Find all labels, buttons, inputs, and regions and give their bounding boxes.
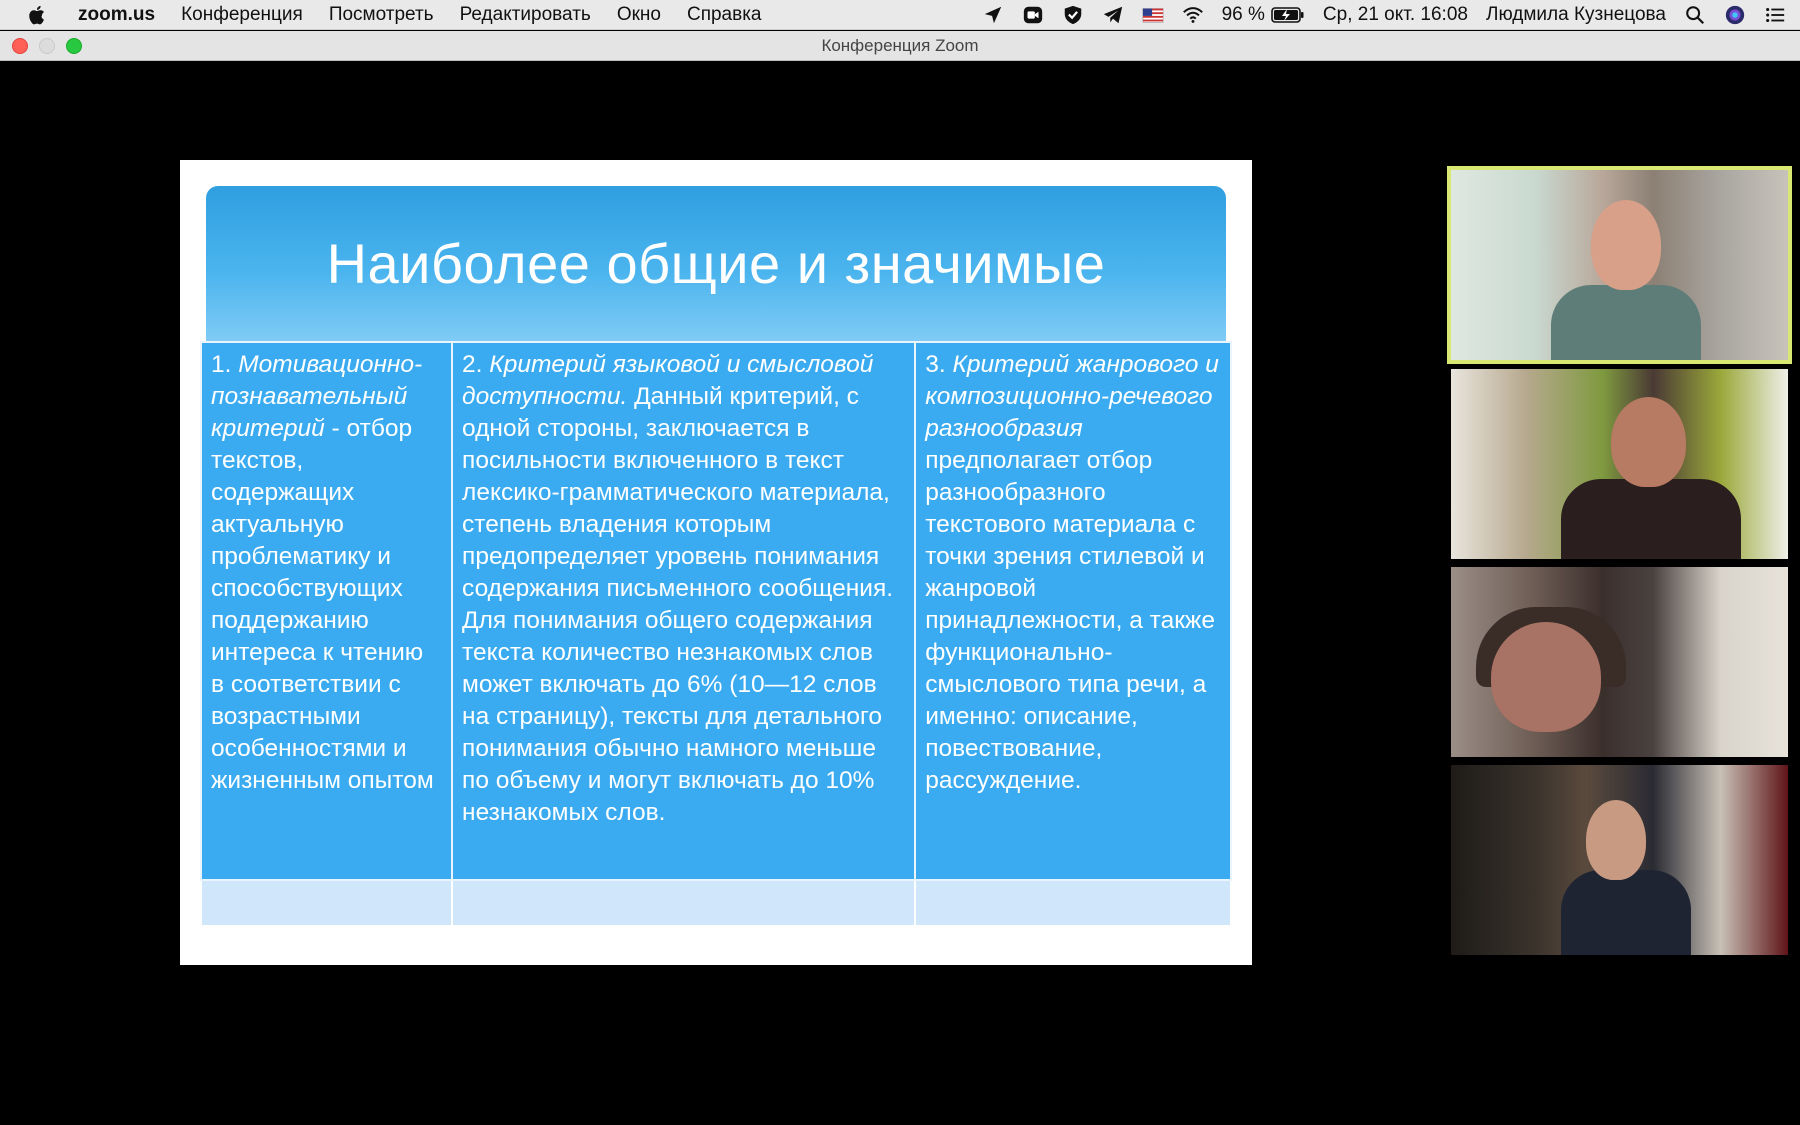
participant-2-body [1561,479,1741,559]
app-name-menu[interactable]: zoom.us [78,4,155,26]
slide-table-empty-row [200,881,1232,927]
participant-4-body [1561,870,1691,955]
participant-video-1[interactable] [1447,166,1792,364]
wifi-icon[interactable] [1182,4,1204,26]
participant-2-face [1611,397,1686,487]
criterion-1-text: - отбор текстов, содержащих актуальную п… [211,415,434,794]
participant-video-3[interactable] [1451,567,1788,757]
window-title: Конференция Zoom [821,35,979,55]
control-center-icon[interactable] [1764,4,1786,26]
apple-menu-icon[interactable] [26,4,56,26]
participant-1-face [1591,200,1661,290]
slide-title: Наиболее общие и значимые [326,232,1106,295]
menu-conference[interactable]: Конференция [181,4,303,26]
shared-screen-slide: Наиболее общие и значимые 1. Мотивационн… [180,160,1252,965]
battery-indicator[interactable]: 96 % [1222,4,1305,26]
menu-window[interactable]: Окно [617,4,661,26]
shield-check-icon[interactable] [1062,4,1084,26]
us-flag-icon[interactable] [1142,4,1164,26]
telegram-icon[interactable] [1102,4,1124,26]
criterion-1-number: 1. [211,351,239,378]
menu-bar: zoom.us Конференция Посмотреть Редактиро… [0,0,1800,30]
maximize-window-button[interactable] [66,38,82,54]
slide-criteria-table: 1. Мотивационно-познавательный критерий … [200,341,1232,881]
location-arrow-icon[interactable] [982,4,1004,26]
criterion-column-3: 3. Критерий жанрового и композиционно-ре… [916,343,1230,879]
battery-charging-icon [1271,4,1305,26]
criterion-3-number: 3. [925,351,953,378]
participant-1-body [1551,285,1701,360]
participant-video-4[interactable] [1451,765,1788,955]
criterion-column-2: 2. Критерий языковой и смысловой доступн… [453,343,917,879]
menu-edit[interactable]: Редактировать [460,4,591,26]
search-icon[interactable] [1684,4,1706,26]
close-window-button[interactable] [12,38,28,54]
user-name[interactable]: Людмила Кузнецова [1486,4,1666,26]
menu-help[interactable]: Справка [687,4,762,26]
window-controls [12,38,82,54]
criterion-3-title: Критерий жанрового и композиционно-речев… [925,351,1219,442]
meeting-stage: Наиболее общие и значимые 1. Мотивационн… [0,62,1800,1125]
battery-percent: 96 % [1221,4,1265,25]
clock[interactable]: Ср, 21 окт. 16:08 [1323,4,1468,26]
criterion-2-text: Данный критерий, с одной стороны, заключ… [462,383,894,826]
participant-4-face [1586,800,1646,880]
slide-header: Наиболее общие и значимые [206,186,1226,341]
menu-view[interactable]: Посмотреть [329,4,434,26]
zoom-camera-icon[interactable] [1022,4,1044,26]
participant-3-face [1491,622,1601,732]
siri-icon[interactable] [1724,4,1746,26]
criterion-3-text: предполагает отбор разнообразного тексто… [925,447,1215,794]
criterion-2-number: 2. [462,351,490,378]
window-title-bar[interactable]: Конференция Zoom [0,31,1800,61]
criterion-column-1: 1. Мотивационно-познавательный критерий … [202,343,454,879]
empty-cell-1 [202,881,454,925]
empty-cell-2 [453,881,917,925]
status-area: 96 % Ср, 21 окт. 16:08 Людмила Кузнецова [982,0,1786,30]
minimize-window-button[interactable] [39,38,55,54]
participant-video-2[interactable] [1451,369,1788,559]
empty-cell-3 [916,881,1230,925]
